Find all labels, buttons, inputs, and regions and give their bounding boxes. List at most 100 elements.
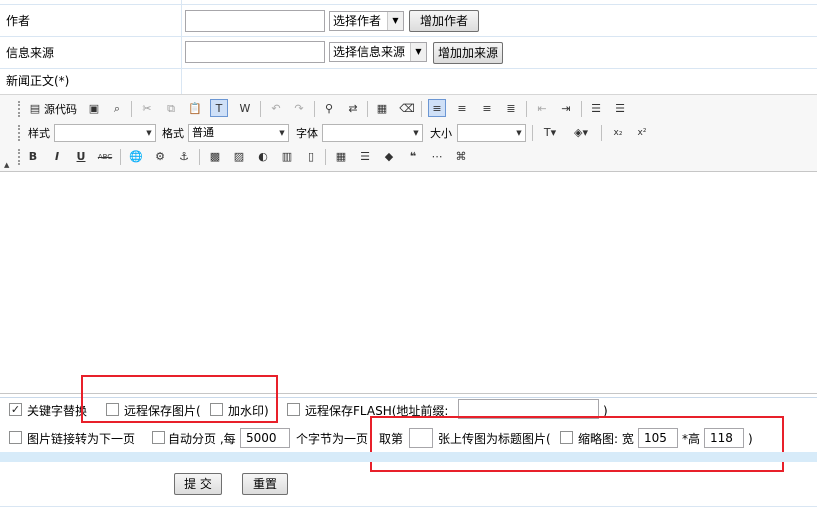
chars-per-page-label: 个字节为一页 xyxy=(296,432,369,446)
submit-button[interactable]: 提 交 xyxy=(174,473,222,495)
code-icon[interactable]: ⌘ xyxy=(452,148,470,166)
strikethrough-icon[interactable]: ABC xyxy=(96,148,114,166)
special-char-icon[interactable]: ◆ xyxy=(380,148,398,166)
format-label: 格式 xyxy=(162,127,184,140)
anchor-icon[interactable]: ⚓ xyxy=(175,148,193,166)
text-color-icon[interactable]: T▾ xyxy=(538,124,562,142)
toolbar-separator xyxy=(131,101,132,117)
font-label: 字体 xyxy=(296,127,318,140)
source-code-button[interactable]: 源代码 xyxy=(44,103,77,117)
source-input[interactable] xyxy=(185,41,325,63)
table-icon[interactable]: ▦ xyxy=(332,148,350,166)
cut-icon[interactable]: ✂ xyxy=(138,100,156,118)
align-right-icon[interactable]: ≡ xyxy=(478,100,496,118)
source-label: 信息来源 xyxy=(6,46,55,60)
paste-text-icon[interactable]: T xyxy=(210,99,228,117)
background-color-icon[interactable]: ◈▾ xyxy=(568,124,594,142)
auto-paging-label: 自动分页 ,每 xyxy=(168,432,236,446)
redo-icon[interactable]: ↷ xyxy=(290,100,308,118)
ordered-list-icon[interactable]: ☰ xyxy=(587,100,605,118)
editor-area[interactable] xyxy=(0,172,817,394)
add-source-button[interactable]: 增加加来源 xyxy=(433,42,503,64)
toolbar-separator xyxy=(421,101,422,117)
image-link-next-label: 图片链接转为下一页 xyxy=(27,432,136,446)
paste-word-icon[interactable]: W xyxy=(236,100,254,118)
toolbar-separator xyxy=(260,101,261,117)
page-icon[interactable]: ▯ xyxy=(302,148,320,166)
link-icon[interactable]: 🌐 xyxy=(127,148,145,166)
subscript-icon[interactable]: x₂ xyxy=(609,124,627,142)
align-justify-icon[interactable]: ≣ xyxy=(502,100,520,118)
size-label: 大小 xyxy=(430,127,452,140)
indent-icon[interactable]: ⇥ xyxy=(557,100,575,118)
toolbar-separator xyxy=(199,149,200,165)
source-code-icon[interactable]: ▤ xyxy=(26,100,44,118)
bold-icon[interactable]: B xyxy=(24,148,42,166)
select-all-icon[interactable]: ▦ xyxy=(373,100,391,118)
chevron-down-icon: ▼ xyxy=(146,129,152,137)
align-left-icon[interactable]: ≡ xyxy=(428,99,446,117)
collapse-toolbar-icon[interactable]: ▲ xyxy=(4,161,9,169)
toolbar-grip[interactable] xyxy=(18,125,21,141)
copy-icon[interactable]: ⧉ xyxy=(162,100,180,118)
align-center-icon[interactable]: ≡ xyxy=(453,100,471,118)
author-select-value: 选择作者 xyxy=(333,14,382,28)
row-divider xyxy=(0,506,817,507)
preview-icon[interactable]: ▣ xyxy=(85,100,103,118)
font-select[interactable]: ▼ xyxy=(322,124,423,142)
toolbar-separator xyxy=(120,149,121,165)
replace-icon[interactable]: ⇄ xyxy=(344,100,362,118)
row-divider xyxy=(0,4,817,5)
add-author-button[interactable]: 增加作者 xyxy=(409,10,479,32)
author-label: 作者 xyxy=(6,14,31,28)
unlink-icon[interactable]: ⚙ xyxy=(151,148,169,166)
image-link-next-checkbox[interactable] xyxy=(9,431,22,444)
gallery-icon[interactable]: ▨ xyxy=(230,148,248,166)
keyword-replace-label: 关键字替换 xyxy=(27,404,88,418)
toolbar-separator xyxy=(367,101,368,117)
row-divider xyxy=(0,36,817,37)
toolbar-grip[interactable] xyxy=(18,101,21,117)
find-icon[interactable]: ⚲ xyxy=(320,100,338,118)
horizontal-rule-icon[interactable]: ☰ xyxy=(356,148,374,166)
italic-icon[interactable]: I xyxy=(48,148,66,166)
size-select[interactable]: ▼ xyxy=(457,124,526,142)
format-select-value: 普通 xyxy=(192,126,214,139)
page-break-icon[interactable]: ⋯ xyxy=(428,148,446,166)
source-select-value: 选择信息来源 xyxy=(333,45,406,59)
author-select[interactable]: 选择作者 ▼ xyxy=(329,11,404,31)
print-preview-icon[interactable]: ⌕ xyxy=(108,100,126,118)
flash-icon[interactable]: ◐ xyxy=(254,148,272,166)
undo-icon[interactable]: ↶ xyxy=(267,100,285,118)
column-divider xyxy=(181,0,182,94)
author-input[interactable] xyxy=(185,10,325,32)
underline-icon[interactable]: U xyxy=(72,148,90,166)
eraser-icon[interactable]: ⌫ xyxy=(398,100,416,118)
media-icon[interactable]: ▥ xyxy=(278,148,296,166)
chevron-down-icon: ▼ xyxy=(279,129,285,137)
image-icon[interactable]: ▩ xyxy=(206,148,224,166)
quote-icon[interactable]: ❝ xyxy=(404,148,422,166)
auto-paging-checkbox[interactable] xyxy=(152,431,165,444)
superscript-icon[interactable]: x² xyxy=(633,124,651,142)
toolbar-separator xyxy=(532,125,533,141)
highlight-box-remote-image xyxy=(81,375,278,423)
format-select[interactable]: 普通 ▼ xyxy=(188,124,289,142)
toolbar-separator xyxy=(581,101,582,117)
content-label: 新闻正文(*) xyxy=(6,74,70,88)
paste-icon[interactable]: 📋 xyxy=(186,100,204,118)
outdent-icon[interactable]: ⇤ xyxy=(533,100,551,118)
chevron-down-icon: ▼ xyxy=(387,12,403,30)
toolbar-separator xyxy=(325,149,326,165)
unordered-list-icon[interactable]: ☰ xyxy=(611,100,629,118)
reset-button[interactable]: 重置 xyxy=(242,473,288,495)
toolbar-grip[interactable] xyxy=(18,149,21,165)
remote-save-flash-checkbox[interactable] xyxy=(287,403,300,416)
source-select[interactable]: 选择信息来源 ▼ xyxy=(329,42,427,62)
keyword-replace-checkbox[interactable]: ✓ xyxy=(9,403,22,416)
auto-paging-input[interactable]: 5000 xyxy=(240,428,290,448)
toolbar-separator xyxy=(526,101,527,117)
highlight-box-title-image xyxy=(370,416,784,472)
style-select[interactable]: ▼ xyxy=(54,124,156,142)
style-label: 样式 xyxy=(28,127,50,140)
